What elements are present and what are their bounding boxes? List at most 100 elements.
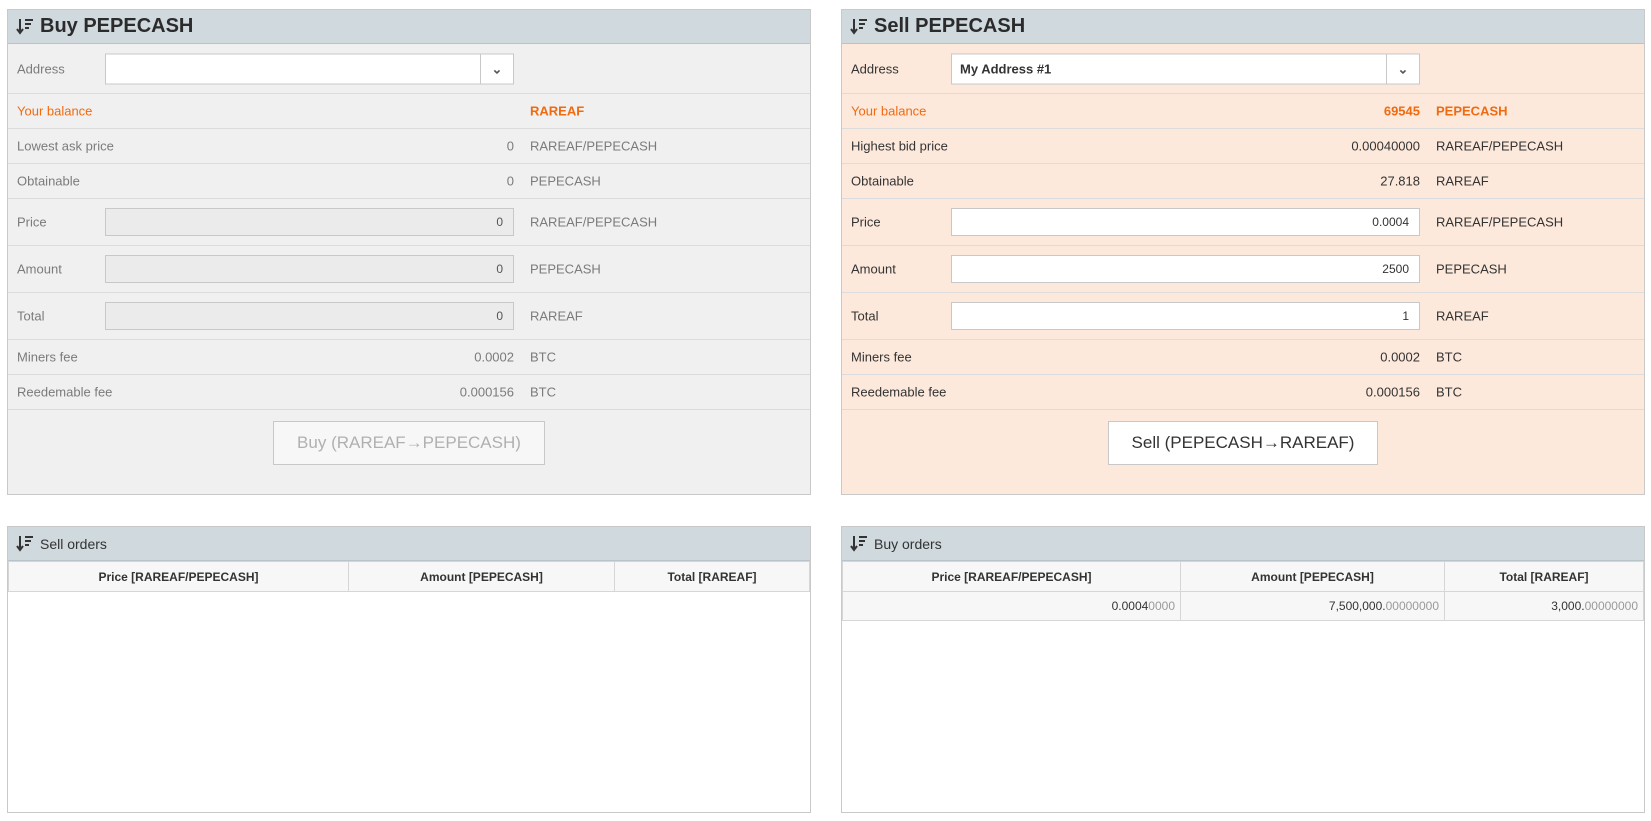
sell-amount-unit: PEPECASH <box>1436 261 1507 277</box>
column-header[interactable]: Total [RAREAF] <box>1444 561 1644 592</box>
chevron-down-icon[interactable]: ⌄ <box>1386 54 1419 83</box>
buy-panel-title: Buy PEPECASH <box>40 15 194 37</box>
buy-redeemable-fee-value: 0.000156 <box>459 384 514 400</box>
sell-highest-bid-value: 0.00040000 <box>1351 138 1420 154</box>
buy-orders-panel: Buy orders Price [RAREAF/PEPECASH] Amoun… <box>841 526 1645 813</box>
sort-icon <box>16 18 33 35</box>
buy-lowest-ask-unit: RAREAF/PEPECASH <box>530 138 658 154</box>
buy-address-select[interactable]: ⌄ <box>105 53 514 84</box>
buy-orders-title: Buy orders <box>874 535 942 552</box>
sell-address-select[interactable]: My Address #1 ⌄ <box>951 53 1420 84</box>
buy-miners-fee-value: 0.0002 <box>474 349 514 365</box>
buy-lowest-ask-row: Lowest ask price 0 RAREAF/PEPECASH <box>8 129 810 164</box>
sell-price-unit: RAREAF/PEPECASH <box>1436 214 1564 230</box>
sell-panel-header: Sell PEPECASH <box>842 10 1644 44</box>
buy-obtainable-value: 0 <box>506 173 514 189</box>
sell-amount-label: Amount <box>851 261 896 277</box>
sell-orders-title: Sell orders <box>40 535 107 552</box>
sell-total-label: Total <box>851 308 879 324</box>
buy-balance-label: Your balance <box>17 103 93 119</box>
buy-redeemable-fee-unit: BTC <box>530 384 556 400</box>
column-header[interactable]: Amount [PEPECASH] <box>348 561 615 592</box>
buy-total-label: Total <box>17 308 45 324</box>
sell-obtainable-unit: RAREAF <box>1436 173 1489 189</box>
sell-total-input[interactable]: 1 <box>951 302 1420 330</box>
buy-redeemable-fee-label: Reedemable fee <box>17 384 113 400</box>
buy-price-label: Price <box>17 214 47 230</box>
buy-panel-header: Buy PEPECASH <box>8 10 810 44</box>
buy-orders-header: Buy orders <box>842 527 1644 561</box>
sort-icon <box>850 535 867 552</box>
buy-miners-fee-unit: BTC <box>530 349 556 365</box>
buy-amount-input[interactable]: 0 <box>105 255 514 283</box>
chevron-down-icon[interactable]: ⌄ <box>480 54 513 83</box>
sell-panel-title: Sell PEPECASH <box>874 15 1026 37</box>
column-header[interactable]: Price [RAREAF/PEPECASH] <box>842 561 1181 592</box>
sell-button[interactable]: Sell (PEPECASH→RAREAF) <box>1108 421 1378 465</box>
buy-price-row: Price 0 RAREAF/PEPECASH <box>8 199 810 246</box>
sell-balance-unit: PEPECASH <box>1436 103 1508 119</box>
sell-obtainable-value: 27.818 <box>1380 173 1420 189</box>
sell-miners-fee-row: Miners fee 0.0002 BTC <box>842 340 1644 375</box>
table-row[interactable]: 0.00040000 7,500,000.00000000 3,000.0000… <box>842 591 1644 621</box>
buy-balance-unit: RAREAF <box>530 103 585 119</box>
sell-orders-panel: Sell orders Price [RAREAF/PEPECASH] Amou… <box>7 526 811 813</box>
buy-price-unit: RAREAF/PEPECASH <box>530 214 658 230</box>
sell-highest-bid-row: Highest bid price 0.00040000 RAREAF/PEPE… <box>842 129 1644 164</box>
column-header[interactable]: Price [RAREAF/PEPECASH] <box>8 561 349 592</box>
sell-obtainable-row: Obtainable 27.818 RAREAF <box>842 164 1644 199</box>
buy-obtainable-row: Obtainable 0 PEPECASH <box>8 164 810 199</box>
buy-obtainable-label: Obtainable <box>17 173 80 189</box>
order-amount-cell: 7,500,000.00000000 <box>1180 591 1445 621</box>
buy-amount-label: Amount <box>17 261 62 277</box>
buy-obtainable-unit: PEPECASH <box>530 173 601 189</box>
sell-redeemable-fee-value: 0.000156 <box>1365 384 1420 400</box>
sell-highest-bid-unit: RAREAF/PEPECASH <box>1436 138 1564 154</box>
sell-balance-value: 69545 <box>1383 103 1420 119</box>
sort-icon <box>16 535 33 552</box>
buy-miners-fee-row: Miners fee 0.0002 BTC <box>8 340 810 375</box>
sell-highest-bid-label: Highest bid price <box>851 138 948 154</box>
sell-total-row: Total 1 RAREAF <box>842 293 1644 340</box>
buy-lowest-ask-label: Lowest ask price <box>17 138 114 154</box>
sell-redeemable-fee-unit: BTC <box>1436 384 1462 400</box>
sell-price-row: Price 0.0004 RAREAF/PEPECASH <box>842 199 1644 246</box>
sell-panel: Sell PEPECASH Address My Address #1 ⌄ Yo… <box>841 9 1645 495</box>
sell-orders-header: Sell orders <box>8 527 810 561</box>
buy-price-input[interactable]: 0 <box>105 208 514 236</box>
buy-address-label: Address <box>17 61 65 76</box>
column-header[interactable]: Total [RAREAF] <box>614 561 810 592</box>
buy-amount-row: Amount 0 PEPECASH <box>8 246 810 293</box>
buy-miners-fee-label: Miners fee <box>17 349 78 365</box>
sell-balance-label: Your balance <box>851 103 927 119</box>
sell-miners-fee-label: Miners fee <box>851 349 912 365</box>
buy-redeemable-fee-row: Reedemable fee 0.000156 BTC <box>8 375 810 410</box>
sort-icon <box>850 18 867 35</box>
sell-redeemable-fee-row: Reedemable fee 0.000156 BTC <box>842 375 1644 410</box>
buy-panel: Buy PEPECASH Address ⌄ Your balance RARE… <box>7 9 811 495</box>
buy-address-row: Address ⌄ <box>8 44 810 94</box>
sell-total-unit: RAREAF <box>1436 308 1489 324</box>
buy-orders-table: Price [RAREAF/PEPECASH] Amount [PEPECASH… <box>842 561 1644 621</box>
buy-total-input[interactable]: 0 <box>105 302 514 330</box>
sell-redeemable-fee-label: Reedemable fee <box>851 384 947 400</box>
sell-miners-fee-value: 0.0002 <box>1380 349 1420 365</box>
sell-price-input[interactable]: 0.0004 <box>951 208 1420 236</box>
order-total-cell: 3,000.00000000 <box>1444 591 1644 621</box>
sell-obtainable-label: Obtainable <box>851 173 914 189</box>
sell-balance-row: Your balance 69545 PEPECASH <box>842 94 1644 129</box>
sell-amount-row: Amount 2500 PEPECASH <box>842 246 1644 293</box>
sell-price-label: Price <box>851 214 881 230</box>
sell-amount-input[interactable]: 2500 <box>951 255 1420 283</box>
buy-total-row: Total 0 RAREAF <box>8 293 810 340</box>
column-header[interactable]: Amount [PEPECASH] <box>1180 561 1445 592</box>
sell-address-row: Address My Address #1 ⌄ <box>842 44 1644 94</box>
sell-miners-fee-unit: BTC <box>1436 349 1462 365</box>
sell-orders-table: Price [RAREAF/PEPECASH] Amount [PEPECASH… <box>8 561 810 592</box>
sell-address-value: My Address #1 <box>960 61 1052 76</box>
buy-balance-row: Your balance RAREAF <box>8 94 810 129</box>
order-price-cell: 0.00040000 <box>842 591 1181 621</box>
buy-amount-unit: PEPECASH <box>530 261 601 277</box>
buy-total-unit: RAREAF <box>530 308 583 324</box>
buy-button[interactable]: Buy (RAREAF→PEPECASH) <box>273 421 545 465</box>
